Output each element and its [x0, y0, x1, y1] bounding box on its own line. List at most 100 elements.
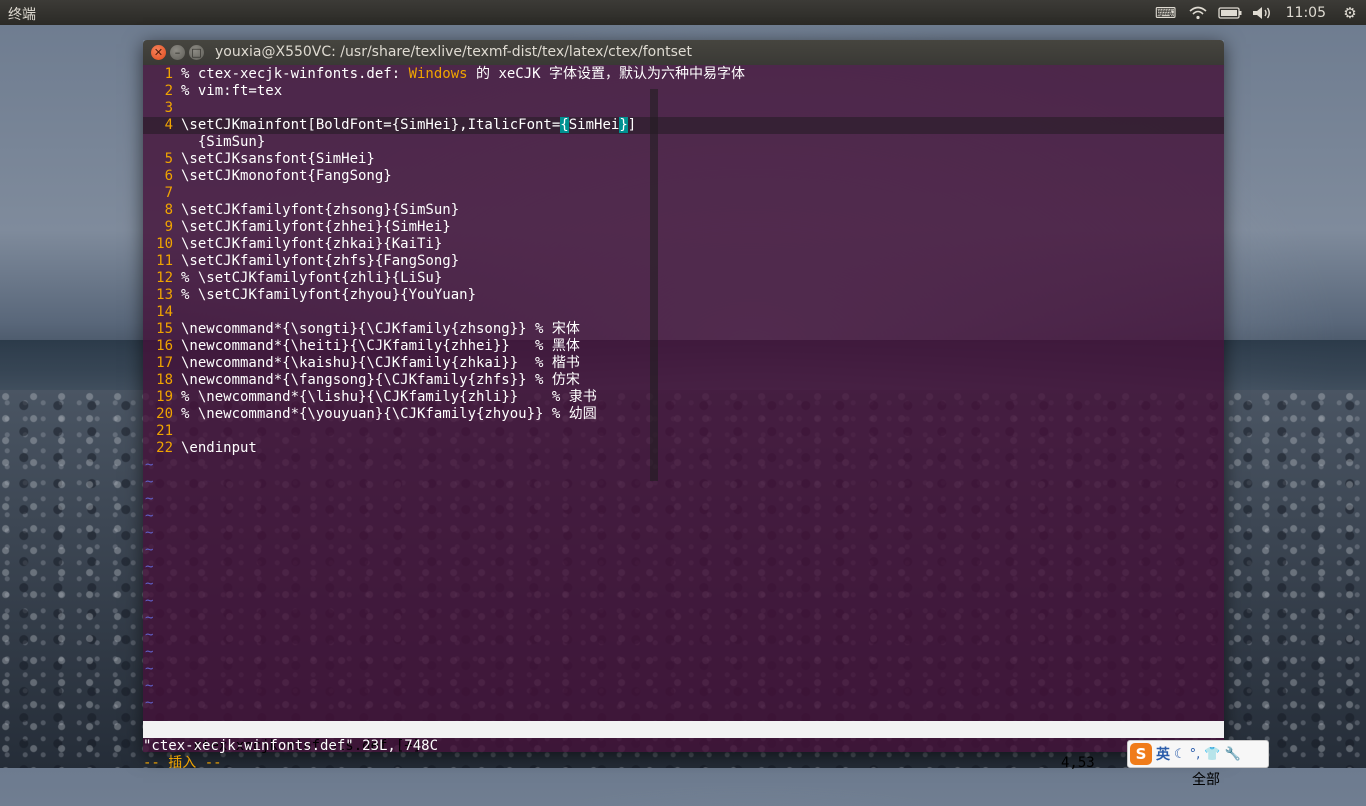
line-text: \endinput	[181, 440, 257, 456]
editor-line[interactable]: 4 \setCJKmainfont[BoldFont={SimHei},Itali…	[143, 117, 1224, 134]
empty-line-tilde: ~	[145, 576, 154, 592]
empty-line-tilde: ~	[145, 661, 154, 677]
clock[interactable]: 11:05	[1278, 5, 1334, 21]
empty-line-tilde: ~	[145, 542, 154, 558]
empty-line-tilde: ~	[145, 593, 154, 609]
empty-line-tilde: ~	[145, 491, 154, 507]
volume-icon[interactable]	[1246, 0, 1278, 25]
line-text: % \newcommand*{\youyuan}{\CJKfamily{zhyo…	[181, 406, 597, 422]
line-text: \setCJKmainfont[BoldFont={SimHei},Italic…	[181, 117, 636, 133]
scroll-percent: 全部	[1192, 772, 1220, 788]
editor-line[interactable]: 12 % \setCJKfamilyfont{zhli}{LiSu}	[143, 270, 1224, 287]
empty-line-tilde: ~	[145, 525, 154, 541]
editor-line[interactable]: 16 \newcommand*{\heiti}{\CJKfamily{zhhei}…	[143, 338, 1224, 355]
editor-line[interactable]: 1 % ctex-xecjk-winfonts.def: Windows 的 xe…	[143, 66, 1224, 83]
editor-line[interactable]: 2 % vim:ft=tex	[143, 83, 1224, 100]
editor-line[interactable]: 5 \setCJKsansfont{SimHei}	[143, 151, 1224, 168]
line-text: {SimSun}	[181, 134, 266, 150]
empty-line-tilde: ~	[145, 644, 154, 660]
empty-line-tilde: ~	[145, 695, 154, 711]
wrench-icon[interactable]: 🔧	[1224, 747, 1240, 762]
editor-line[interactable]: 20 % \newcommand*{\youyuan}{\CJKfamily{zh…	[143, 406, 1224, 423]
line-text: % \setCJKfamilyfont{zhli}{LiSu}	[181, 270, 443, 286]
line-text: \newcommand*{\songti}{\CJKfamily{zhsong}…	[181, 321, 580, 337]
empty-line-tilde: ~	[145, 508, 154, 524]
minimize-button[interactable]: –	[170, 45, 185, 60]
editor-line[interactable]: 13 % \setCJKfamilyfont{zhyou}{YouYuan}	[143, 287, 1224, 304]
mode-indicator: -- 插入 --	[143, 755, 222, 771]
line-text: \newcommand*{\fangsong}{\CJKfamily{zhfs}…	[181, 372, 580, 388]
app-title: 终端	[8, 7, 36, 23]
cursor-position: 4,53	[1061, 755, 1095, 771]
empty-line-tilde: ~	[145, 474, 154, 490]
line-text-suffix: 的 xeCJK 字体设置，默认为六种中易字体	[467, 66, 746, 82]
editor-line[interactable]: 19 % \newcommand*{\lishu}{\CJKfamily{zhli…	[143, 389, 1224, 406]
empty-line-tilde: ~	[145, 678, 154, 694]
window-titlebar[interactable]: ✕ – □ youxia@X550VC: /usr/share/texlive/…	[143, 40, 1224, 65]
empty-line-tilde: ~	[145, 457, 154, 473]
line-text-before: \setCJKmainfont[BoldFont={SimHei},Italic…	[181, 117, 561, 133]
editor-line[interactable]: 15 \newcommand*{\songti}{\CJKfamily{zhson…	[143, 321, 1224, 338]
wifi-icon[interactable]	[1182, 0, 1214, 25]
line-number: 13	[156, 287, 173, 303]
editor-line[interactable]: 7	[143, 185, 1224, 202]
line-number: 17	[156, 355, 173, 371]
line-text: \setCJKfamilyfont{zhkai}{KaiTi}	[181, 236, 443, 252]
line-text-middle: SimHei	[568, 117, 620, 133]
gear-icon[interactable]: ⚙	[1334, 0, 1366, 25]
line-number: 11	[156, 253, 173, 269]
vim-editor[interactable]: 1 % ctex-xecjk-winfonts.def: Windows 的 xe…	[143, 65, 1224, 788]
moon-icon[interactable]: ☾	[1174, 747, 1186, 762]
line-text: % ctex-xecjk-winfonts.def: Windows 的 xeC…	[181, 66, 745, 82]
maximize-button[interactable]: □	[189, 45, 204, 60]
line-number: 4	[164, 117, 173, 133]
battery-icon[interactable]	[1214, 0, 1246, 25]
ime-language-toggle[interactable]: 英	[1156, 744, 1170, 764]
line-number: 22	[156, 440, 173, 456]
line-text-prefix: % ctex-xecjk-winfonts.def:	[181, 66, 409, 82]
editor-line[interactable]: 9 \setCJKfamilyfont{zhhei}{SimHei}	[143, 219, 1224, 236]
matching-bracket-close: }	[619, 117, 628, 133]
editor-line[interactable]: 3	[143, 100, 1224, 117]
empty-line-tilde: ~	[145, 627, 154, 643]
message-line: "ctex-xecjk-winfonts.def" 23L, 748C	[143, 738, 439, 754]
line-number: 18	[156, 372, 173, 388]
editor-line[interactable]: 17 \newcommand*{\kaishu}{\CJKfamily{zhkai…	[143, 355, 1224, 372]
line-number: 16	[156, 338, 173, 354]
line-number: 20	[156, 406, 173, 422]
top-panel: 终端 ⌨ 11:05 ⚙	[0, 0, 1366, 25]
sogou-logo-icon[interactable]: S	[1130, 743, 1152, 765]
matching-bracket-open: {	[560, 117, 569, 133]
line-number: 1	[164, 66, 173, 82]
terminal-window: ✕ – □ youxia@X550VC: /usr/share/texlive/…	[143, 40, 1224, 788]
line-number: 15	[156, 321, 173, 337]
line-text: \setCJKfamilyfont{zhsong}{SimSun}	[181, 202, 460, 218]
punctuation-icon[interactable]: °,	[1190, 747, 1201, 762]
editor-line[interactable]: 11 \setCJKfamilyfont{zhfs}{FangSong}	[143, 253, 1224, 270]
line-text-keyword: Windows	[408, 66, 468, 82]
line-text: \newcommand*{\kaishu}{\CJKfamily{zhkai}}…	[181, 355, 580, 371]
line-text: \setCJKmonofont{FangSong}	[181, 168, 392, 184]
close-button[interactable]: ✕	[151, 45, 166, 60]
editor-line[interactable]: 8 \setCJKfamilyfont{zhsong}{SimSun}	[143, 202, 1224, 219]
line-text: % \newcommand*{\lishu}{\CJKfamily{zhli}}…	[181, 389, 597, 405]
line-text: \setCJKfamilyfont{zhhei}{SimHei}	[181, 219, 451, 235]
editor-line[interactable]: 18 \newcommand*{\fangsong}{\CJKfamily{zhf…	[143, 372, 1224, 389]
line-text: \newcommand*{\heiti}{\CJKfamily{zhhei}} …	[181, 338, 580, 354]
editor-line[interactable]: {SimSun}	[143, 134, 1224, 151]
editor-line[interactable]: 10 \setCJKfamilyfont{zhkai}{KaiTi}	[143, 236, 1224, 253]
line-number: 3	[164, 100, 173, 116]
window-title: youxia@X550VC: /usr/share/texlive/texmf-…	[215, 44, 692, 60]
editor-line[interactable]: 21	[143, 423, 1224, 440]
editor-line[interactable]: 22 \endinput	[143, 440, 1224, 457]
line-number: 14	[156, 304, 173, 320]
skin-shirt-icon[interactable]: 👕	[1204, 747, 1220, 762]
line-text: \setCJKsansfont{SimHei}	[181, 151, 375, 167]
editor-line[interactable]: 6 \setCJKmonofont{FangSong}	[143, 168, 1224, 185]
keyboard-icon[interactable]: ⌨	[1150, 0, 1182, 25]
line-number: 12	[156, 270, 173, 286]
line-text-after: ]	[627, 117, 637, 133]
ime-toolbar[interactable]: S 英 ☾ °, 👕 🔧	[1127, 740, 1269, 768]
editor-line[interactable]: 14	[143, 304, 1224, 321]
empty-line-tilde: ~	[145, 610, 154, 626]
